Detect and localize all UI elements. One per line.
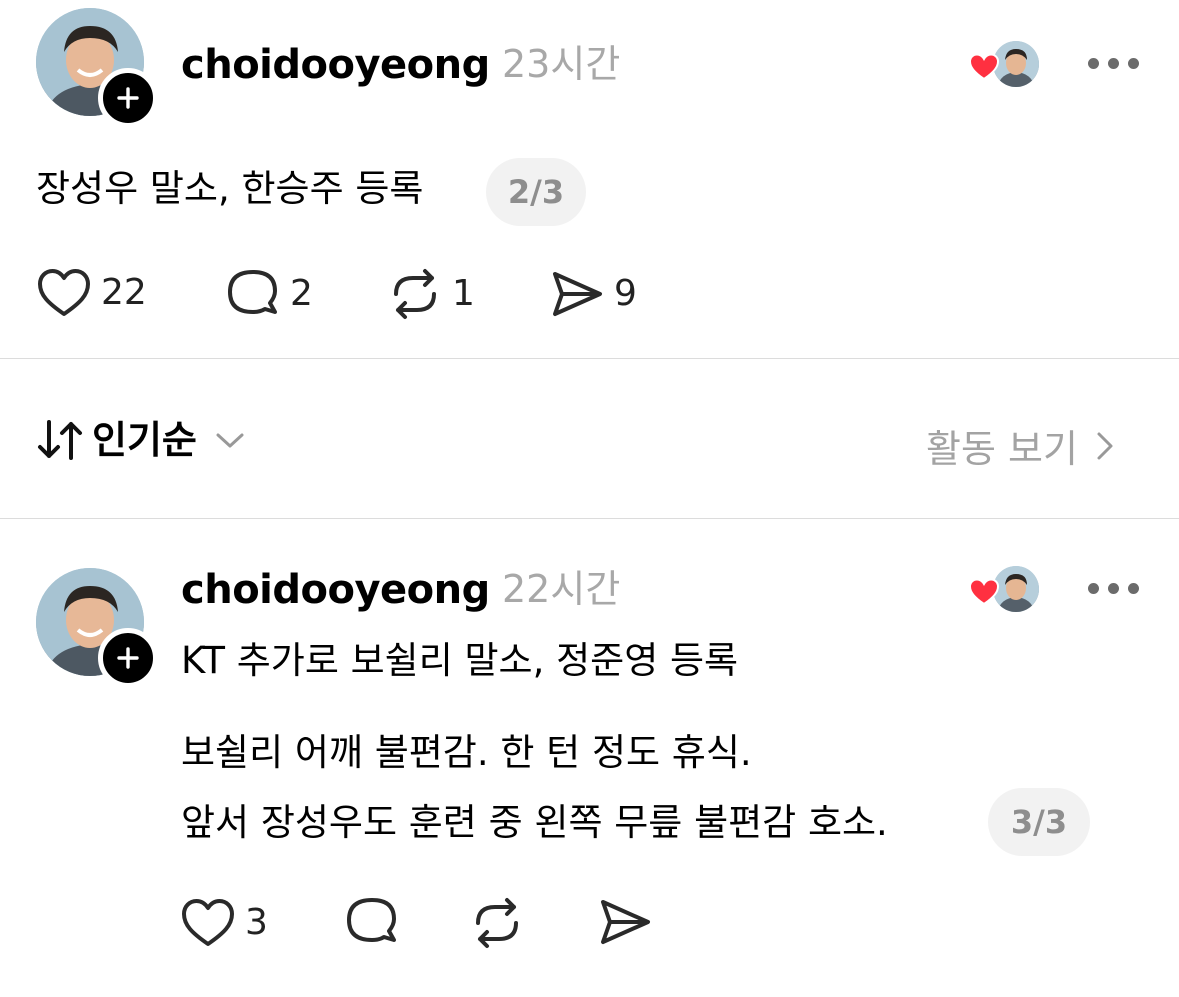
liked-by-indicator[interactable]: [969, 41, 1039, 91]
comment-count: 2: [290, 273, 313, 314]
sort-label: 인기순: [92, 418, 197, 462]
more-options-button[interactable]: [1088, 58, 1139, 69]
post-text-line-1: KT 추가로 보쉴리 말소, 정준영 등록: [181, 639, 739, 682]
repost-icon: [394, 269, 436, 319]
username[interactable]: choidooyeong: [181, 45, 490, 85]
post-text-line-3: 앞서 장성우도 훈련 중 왼쪽 무릎 불편감 호소.: [181, 801, 888, 844]
divider: [0, 518, 1179, 519]
heart-outline-icon: [38, 269, 90, 316]
comment-icon: [347, 898, 396, 942]
repost-button[interactable]: [470, 896, 524, 950]
like-button[interactable]: 3: [181, 898, 268, 948]
more-icon: [1088, 58, 1099, 69]
liked-by-avatar: [993, 566, 1039, 612]
liked-by-avatar: [993, 41, 1039, 87]
share-button[interactable]: [598, 896, 652, 948]
chevron-right-icon: [1097, 432, 1113, 459]
follow-button[interactable]: [98, 628, 158, 688]
post-text-line-2: 보쉴리 어깨 불편감. 한 턴 정도 휴식.: [181, 731, 752, 774]
repost-icon: [476, 898, 518, 948]
liked-by-indicator[interactable]: [969, 566, 1039, 616]
view-activity-link[interactable]: 활동 보기: [926, 418, 1118, 473]
comment-icon: [228, 270, 277, 314]
heart-icon: [969, 578, 999, 606]
heart-outline-icon: [182, 899, 234, 946]
share-button[interactable]: 9: [550, 268, 637, 320]
follow-button[interactable]: [98, 68, 158, 128]
more-options-button[interactable]: [1088, 583, 1139, 594]
chevron-down-icon: [216, 433, 244, 448]
comment-button[interactable]: 2: [226, 268, 313, 320]
page-indicator: 2/3: [486, 158, 586, 226]
like-button[interactable]: 22: [37, 268, 147, 318]
like-count: 3: [245, 902, 268, 943]
send-icon: [601, 900, 650, 944]
sort-arrows-icon: [38, 420, 82, 460]
plus-icon: [117, 647, 139, 669]
post-time: 23시간: [502, 42, 621, 86]
divider: [0, 358, 1179, 359]
share-count: 9: [614, 273, 637, 314]
like-count: 22: [101, 272, 147, 313]
page-indicator: 3/3: [988, 788, 1090, 856]
username[interactable]: choidooyeong: [181, 570, 490, 610]
plus-icon: [117, 87, 139, 109]
more-icon: [1088, 583, 1099, 594]
repost-button[interactable]: 1: [388, 267, 475, 321]
heart-icon: [969, 53, 999, 81]
comment-button[interactable]: [345, 896, 399, 948]
sort-dropdown[interactable]: 인기순: [36, 418, 247, 462]
repost-count: 1: [452, 273, 475, 314]
send-icon: [553, 272, 602, 316]
post-time: 22시간: [502, 567, 621, 611]
activity-label: 활동 보기: [926, 427, 1078, 471]
post-text: 장성우 말소, 한승주 등록: [36, 167, 424, 210]
